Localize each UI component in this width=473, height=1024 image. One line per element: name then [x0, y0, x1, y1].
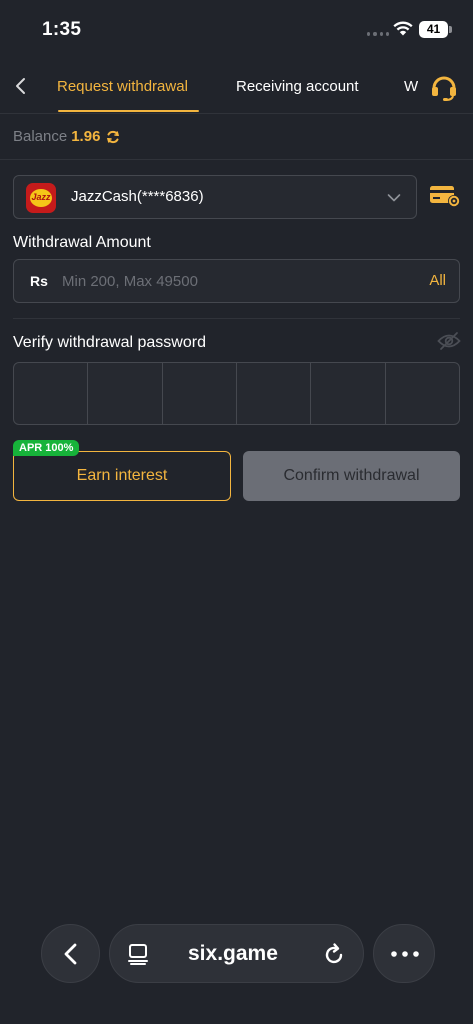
earn-interest-button[interactable]: Earn interest	[13, 451, 231, 501]
withdrawal-amount-field: Rs All	[13, 259, 460, 303]
back-chevron-icon[interactable]	[13, 76, 29, 96]
chevron-down-icon	[387, 194, 401, 202]
battery-level: 41	[426, 22, 441, 36]
pin-digit-box[interactable]	[237, 363, 312, 424]
confirm-withdrawal-button[interactable]: Confirm withdrawal	[243, 451, 460, 501]
all-amount-button[interactable]: All	[429, 272, 446, 289]
pin-digit-box[interactable]	[386, 363, 459, 424]
tab-withdrawal-record[interactable]: W	[404, 77, 418, 99]
wifi-icon	[393, 21, 413, 36]
withdrawal-password-label: Verify withdrawal password	[13, 334, 206, 351]
tab-header: Request withdrawal Receiving account W	[0, 60, 473, 114]
withdrawal-amount-label: Withdrawal Amount	[13, 234, 151, 251]
battery-icon: 41	[419, 21, 452, 38]
browser-more-button[interactable]	[373, 924, 435, 983]
pin-digit-box[interactable]	[163, 363, 237, 424]
pin-digit-box[interactable]	[88, 363, 163, 424]
more-dots-icon	[391, 951, 419, 957]
customer-service-headset-icon[interactable]	[429, 72, 459, 102]
currency-symbol: Rs	[30, 273, 48, 289]
jazzcash-logo: Jazz	[26, 183, 56, 213]
refresh-balance-icon[interactable]	[106, 130, 120, 144]
browser-back-button[interactable]	[41, 924, 100, 983]
balance-value: 1.96	[71, 128, 101, 145]
withdrawal-password-input[interactable]	[13, 362, 460, 425]
browser-url: six.game	[188, 942, 278, 965]
pin-digit-box[interactable]	[311, 363, 386, 424]
status-time: 1:35	[42, 19, 82, 40]
apr-badge: APR 100%	[13, 440, 80, 456]
reload-icon[interactable]	[322, 942, 346, 966]
signal-dots-icon	[367, 32, 389, 36]
active-tab-indicator	[58, 110, 199, 112]
status-bar: 1:35 41	[0, 0, 473, 56]
balance-label: Balance	[13, 128, 68, 145]
card-settings-icon[interactable]	[429, 184, 461, 208]
withdrawal-amount-input[interactable]	[62, 268, 402, 294]
tab-receiving-account[interactable]: Receiving account	[236, 77, 359, 99]
tabs-overview-icon[interactable]	[127, 943, 149, 965]
back-arrow-icon	[64, 943, 77, 965]
jazzcash-logo-text: Jazz	[31, 192, 51, 202]
balance-row: Balance 1.96	[0, 114, 473, 160]
account-name: JazzCash(****6836)	[71, 188, 204, 205]
browser-toolbar: six.game	[0, 920, 473, 990]
pin-digit-box[interactable]	[14, 363, 89, 424]
receiving-account-select[interactable]: Jazz JazzCash(****6836)	[13, 175, 417, 219]
browser-address-bar[interactable]: six.game	[109, 924, 364, 983]
eye-off-icon[interactable]	[437, 331, 461, 351]
section-divider	[13, 318, 460, 319]
withdrawal-screen: 1:35 41 Request withdrawal Receiving acc…	[0, 0, 473, 1024]
tab-request-withdrawal[interactable]: Request withdrawal	[57, 77, 188, 99]
